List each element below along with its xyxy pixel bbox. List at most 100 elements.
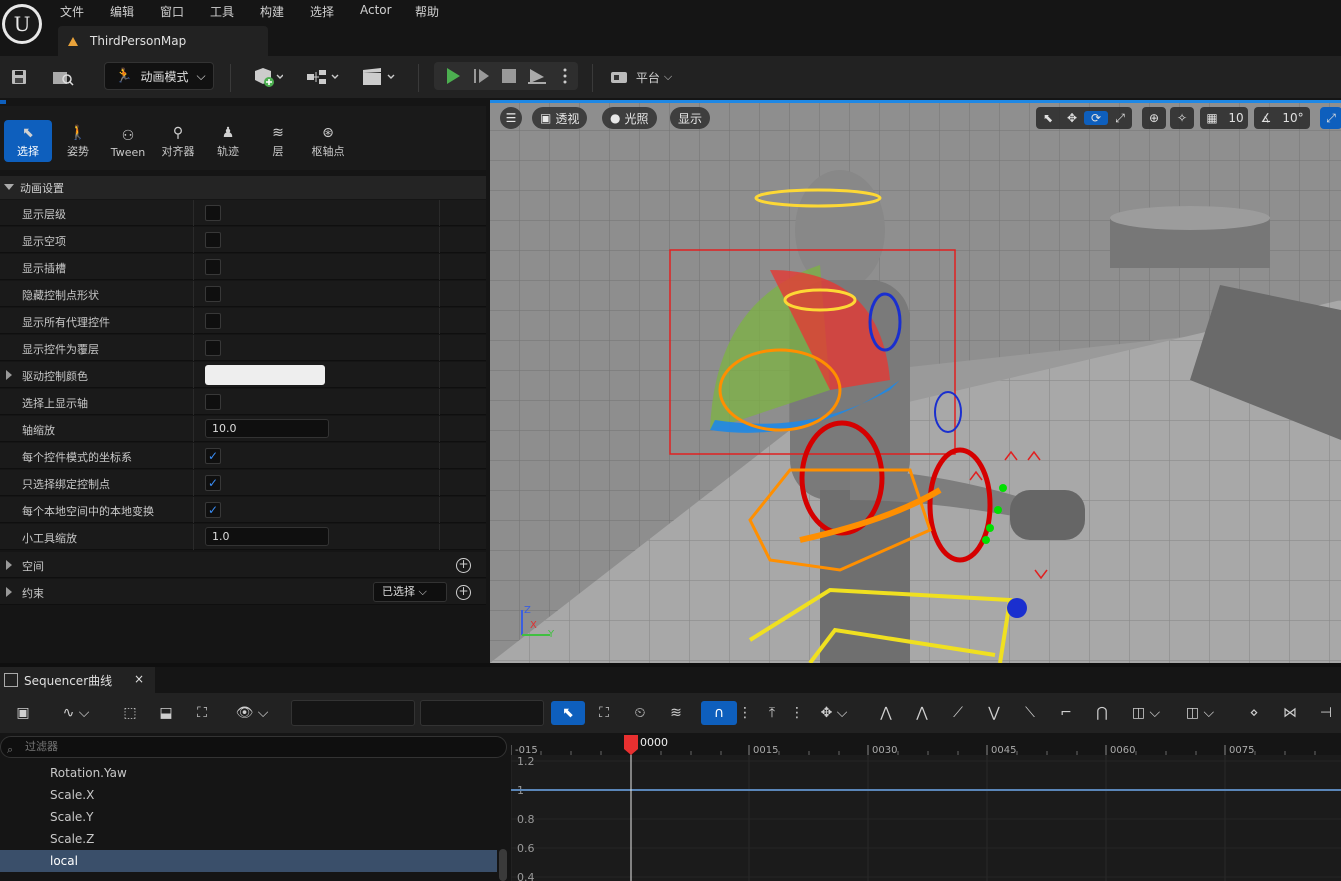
- transform-tool-icon[interactable]: ⛶: [592, 701, 616, 725]
- content-browser-icon[interactable]: [50, 62, 76, 92]
- constraint-dropdown[interactable]: 已选择 ⌵: [373, 582, 447, 602]
- scale-icon[interactable]: ⤢: [1108, 111, 1132, 126]
- curve-tree-item[interactable]: Scale.Y: [0, 806, 497, 828]
- sequencer-curve-tab[interactable]: Sequencer曲线 ×: [0, 667, 155, 693]
- cinematics-button[interactable]: [360, 62, 398, 92]
- curve-tree-item[interactable]: Scale.X: [0, 784, 497, 806]
- space-group[interactable]: 空间 +: [0, 552, 486, 578]
- tangent-icon[interactable]: ⤒: [760, 701, 784, 725]
- add-space-icon[interactable]: +: [456, 558, 471, 573]
- menu-tools[interactable]: 工具: [210, 3, 234, 20]
- unreal-logo[interactable]: U: [2, 4, 42, 44]
- eject-icon[interactable]: [526, 66, 548, 86]
- tab-trail[interactable]: ♟ 轨迹: [204, 120, 252, 162]
- menu-file[interactable]: 文件: [60, 3, 84, 20]
- straighten-icon[interactable]: ⋂: [1090, 701, 1114, 725]
- stop-icon[interactable]: [498, 66, 520, 86]
- euler-filter-icon[interactable]: ⋈: [1278, 701, 1302, 725]
- curve-view-dropdown[interactable]: ∿ ⌵: [56, 701, 96, 725]
- constraint-group[interactable]: 约束 已选择 ⌵ +: [0, 579, 486, 605]
- save-settings-icon[interactable]: ▣: [12, 701, 34, 725]
- post-infinity-dropdown[interactable]: ◫ ⌵: [1180, 701, 1220, 725]
- tab-layer[interactable]: ≋ 层: [254, 120, 302, 162]
- add-constraint-icon[interactable]: +: [456, 585, 471, 600]
- property-checkbox[interactable]: [205, 259, 221, 275]
- add-actor-button[interactable]: [248, 62, 286, 92]
- filter-input[interactable]: ⌕ 过滤器: [0, 736, 507, 758]
- select-tool-icon[interactable]: ⬉: [551, 701, 585, 725]
- show-button[interactable]: 显示: [670, 107, 711, 129]
- translate-icon[interactable]: ✥: [1060, 111, 1084, 125]
- play-icon[interactable]: [442, 66, 464, 86]
- perspective-button[interactable]: ▣ 透视: [532, 107, 588, 129]
- tab-aligner[interactable]: ⚲ 对齐器: [154, 120, 202, 162]
- lit-button[interactable]: ● 光照: [602, 107, 657, 129]
- viewport-menu-icon[interactable]: ☰: [500, 107, 522, 129]
- menu-edit[interactable]: 编辑: [110, 3, 134, 20]
- property-checkbox[interactable]: ✓: [205, 448, 221, 464]
- property-checkbox[interactable]: ✓: [205, 475, 221, 491]
- break-tangent-icon[interactable]: ⟋: [946, 701, 970, 725]
- tab-pose[interactable]: 🚶 姿势: [54, 120, 102, 162]
- auto-tangent-icon[interactable]: ⋀: [874, 701, 898, 725]
- frame-selection-icon[interactable]: ⬓: [154, 701, 178, 725]
- property-number-field[interactable]: 1.0: [205, 527, 329, 546]
- close-icon[interactable]: ×: [134, 672, 144, 686]
- save-icon[interactable]: [8, 62, 30, 92]
- visibility-dropdown[interactable]: 👁 ⌵: [232, 701, 272, 725]
- blueprint-button[interactable]: [304, 62, 342, 92]
- user-tangent-icon[interactable]: ⋀: [910, 701, 934, 725]
- key-value-field[interactable]: [420, 700, 544, 726]
- move-dropdown[interactable]: ✥ ⌵: [814, 701, 854, 725]
- property-checkbox[interactable]: [205, 286, 221, 302]
- grid-snap[interactable]: ▦ 10: [1200, 107, 1248, 129]
- flatten-tangent-icon[interactable]: ⌐: [1054, 701, 1078, 725]
- pre-infinity-dropdown[interactable]: ◫ ⌵: [1126, 701, 1166, 725]
- animation-settings-header[interactable]: 动画设置: [0, 176, 486, 199]
- menu-actor[interactable]: Actor: [360, 3, 392, 17]
- menu-build[interactable]: 构建: [260, 3, 284, 20]
- tab-select[interactable]: ⬉ 选择: [4, 120, 52, 162]
- world-space-icon[interactable]: ⊕: [1142, 107, 1166, 129]
- expand-arrow-icon[interactable]: [6, 370, 12, 380]
- property-checkbox[interactable]: [205, 205, 221, 221]
- property-checkbox[interactable]: [205, 394, 221, 410]
- more-icon[interactable]: ⋮: [790, 701, 804, 725]
- property-number-field[interactable]: 10.0: [205, 419, 329, 438]
- tab-tween[interactable]: ⚇ Tween: [104, 120, 152, 162]
- constant-interp-icon[interactable]: ⟍: [1018, 701, 1042, 725]
- rotate-icon[interactable]: ⟳: [1084, 111, 1108, 125]
- frame-all-icon[interactable]: ⬚: [118, 701, 142, 725]
- level-tab[interactable]: ThirdPersonMap: [58, 26, 268, 56]
- curve-graph[interactable]: -015001500300045006000751.210.80.60.4000…: [511, 733, 1341, 881]
- curve-tree-item[interactable]: Scale.Z: [0, 828, 497, 850]
- rotation-snap[interactable]: ∡ 10°: [1254, 107, 1310, 129]
- property-checkbox[interactable]: [205, 340, 221, 356]
- snap-magnet-icon[interactable]: ∩: [701, 701, 737, 725]
- property-checkbox[interactable]: ✓: [205, 502, 221, 518]
- tab-pivot[interactable]: ⊛ 枢轴点: [304, 120, 352, 162]
- property-checkbox[interactable]: [205, 313, 221, 329]
- surface-snap-icon[interactable]: ✧: [1170, 107, 1194, 129]
- platform-dropdown[interactable]: 平台 ⌵: [606, 62, 676, 92]
- menu-help[interactable]: 帮助: [415, 3, 439, 20]
- color-swatch[interactable]: [205, 365, 325, 385]
- menu-select[interactable]: 选择: [310, 3, 334, 20]
- step-icon[interactable]: [471, 66, 493, 86]
- snap-options-icon[interactable]: ⋮: [738, 701, 752, 725]
- retime-tool-icon[interactable]: ⏲: [628, 701, 652, 725]
- key-time-field[interactable]: [291, 700, 415, 726]
- more-options-icon[interactable]: [558, 66, 572, 86]
- mode-dropdown[interactable]: 🏃 动画模式 ⌵: [104, 62, 214, 90]
- curve-tree-item[interactable]: local: [0, 850, 497, 872]
- level-viewport[interactable]: Z X Y ☰ ▣ 透视 ● 光照 显示 ⬉ ✥ ⟳ ⤢ ⊕ ✧ ▦ 10 ∡ 10° …: [490, 100, 1341, 663]
- curve-tree-item[interactable]: Rotation.Yaw: [0, 762, 497, 784]
- tree-scrollbar[interactable]: [499, 849, 507, 881]
- filter-curves-icon[interactable]: ⋄: [1242, 701, 1266, 725]
- select-mode-icon[interactable]: ⬉: [1036, 111, 1060, 125]
- fit-view-icon[interactable]: ⛶: [190, 701, 214, 725]
- property-checkbox[interactable]: [205, 232, 221, 248]
- menu-window[interactable]: 窗口: [160, 3, 184, 20]
- scale-snap-icon[interactable]: ⤢: [1320, 107, 1341, 129]
- linear-interp-icon[interactable]: ⋁: [982, 701, 1006, 725]
